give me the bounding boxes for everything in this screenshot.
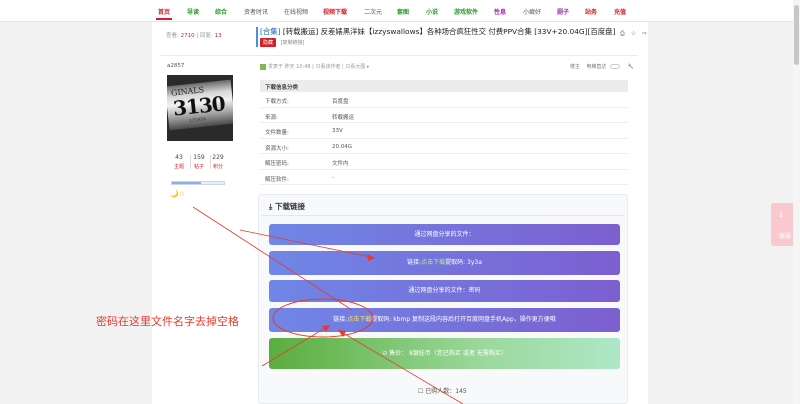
nav-home[interactable]: 首页 — [155, 7, 173, 20]
thread-title-block: [合集] [转载搬运] 反差婊黑洋妹【izzyswallows】各种场合疯狂性交… — [260, 27, 620, 47]
download-info-table: 下载信息分类 下载方式: 百度盘 来源: 转载搬运 文件数量: 33V 资源大小: 20… — [260, 80, 628, 185]
service-icon: ℹ — [780, 211, 783, 219]
header-divider — [160, 55, 638, 56]
wrench-icon[interactable]: 🔧 — [628, 64, 634, 70]
info-value: 20.04G — [332, 143, 353, 150]
share-text-password: 通过网盘分享的文件：密码 — [408, 287, 481, 294]
avatar[interactable]: GINALS 3130 175|45A — [167, 75, 233, 141]
info-key: 资源大小: — [265, 145, 289, 152]
purchase-button[interactable]: ⊙ 售价： 8银娃币（您已购买 或者 无需购买） — [269, 338, 620, 369]
info-key: 解压密码: — [265, 161, 289, 167]
download-link-2[interactable]: 点击下载 — [347, 316, 371, 323]
nav-online-video[interactable]: 在线视频 — [284, 7, 308, 16]
info-value: 33V — [332, 128, 343, 134]
user-stat-label: 积分 — [212, 164, 223, 170]
table-row: 资源大小: 20.04G — [260, 139, 628, 154]
nav-guide[interactable]: 导读 — [187, 7, 199, 16]
share-text-bar: 通过网盘分享的文件： — [269, 224, 620, 245]
views-label: 查看: — [166, 33, 179, 39]
title-accent-bar — [256, 27, 258, 47]
user-stat-points[interactable]: 229 积分 — [206, 154, 230, 170]
title-text: [转载搬运] 反差婊黑洋妹【izzyswallows】各种场合疯狂性交 付费PP… — [280, 27, 616, 36]
nav-sex-info[interactable]: 性息 — [494, 7, 506, 16]
info-key: 下载方式: — [265, 99, 289, 105]
download-title: ⤓ 下载链接 — [269, 201, 305, 212]
download-title-divider — [262, 215, 624, 216]
info-key: 来源: — [265, 114, 278, 121]
nav-recharge[interactable]: 充值 — [614, 7, 626, 16]
title-action-icons[interactable]: ⎙ ☆ ⇨ — [620, 30, 649, 38]
scrollbar-thumb[interactable] — [794, 5, 799, 65]
views-count: 2710 — [180, 33, 195, 39]
jump-floor-input[interactable] — [609, 64, 620, 69]
info-table-header: 下载信息分类 — [260, 80, 628, 92]
info-value: - — [332, 174, 334, 181]
post-meta-right: 楼主 电梯直达 🔧 — [570, 63, 634, 70]
replies-count: 13 — [214, 33, 222, 39]
table-row: 来源: 转载搬运 — [260, 108, 628, 123]
info-value: 百度盘 — [332, 99, 349, 105]
table-row: 下载方式: 百度盘 — [260, 92, 628, 108]
info-value: 文件内 — [332, 161, 349, 167]
table-row: 解压密码: 文件内 — [260, 154, 628, 170]
extract-code-2: 提取码: kbmp 复制这段内容后打开百度网盘手机App，操作更方便哦 — [371, 316, 556, 323]
nav-games-software[interactable]: 游戏软件 — [454, 7, 478, 16]
customer-service-label: 客服 — [779, 233, 792, 240]
info-key: 解压软件: — [265, 176, 289, 183]
user-level-bar — [171, 181, 225, 185]
thread-stats: 查看: 2710 | 回复: 13 — [166, 31, 222, 39]
replies-label: 回复: — [199, 33, 213, 39]
nav-anime[interactable]: 二次元 — [364, 7, 382, 16]
purchase-text: 售价： 8银娃币（您已购买 或者 无需购买） — [389, 350, 507, 357]
link-label: 链接: — [407, 259, 422, 266]
coin-icon: ⊙ — [382, 350, 388, 357]
nav-site-affairs[interactable]: 站务 — [585, 7, 597, 16]
jump-floor-label: 电梯直达 — [586, 64, 607, 70]
nav-news[interactable]: 资者时讯 — [244, 7, 268, 16]
post-meta-text[interactable]: 发表于 昨天 10:48 | 只看该作者 | 只看大图 ▸ — [268, 64, 369, 70]
nav-novels[interactable]: 小说 — [426, 7, 438, 16]
medal-icons[interactable]: 🌙☆ — [170, 190, 185, 198]
download-icon: ⤓ — [269, 202, 273, 211]
nav-video-download[interactable]: 视频下载 — [323, 7, 347, 16]
user-stat-value: 229 — [212, 154, 224, 161]
link-label: 链接: — [333, 316, 348, 323]
thread-title: [合集] [转载搬运] 反差婊黑洋妹【izzyswallows】各种场合疯狂性交… — [260, 27, 620, 37]
nav-hobbies[interactable]: 小癖好 — [523, 7, 541, 16]
author-username[interactable]: a2857 — [167, 63, 184, 69]
download-link-row-1: 链接:点击下载提取码: 3y3a — [269, 251, 620, 275]
nav-photo-sets[interactable]: 套图 — [397, 7, 409, 16]
share-text: 通过网盘分享的文件： — [414, 231, 475, 238]
floor-label: 楼主 — [570, 64, 581, 70]
share-text-bar-password: 通过网盘分享的文件：密码 — [269, 280, 620, 302]
hidden-tag: 隐藏 — [260, 38, 277, 47]
top-navigation: 首页 导读 综合 资者时讯 在线视频 视频下载 二次元 套图 小说 游戏软件 性… — [0, 0, 800, 22]
nav-general[interactable]: 综合 — [215, 7, 227, 16]
download-title-text: 下载链接 — [274, 202, 305, 211]
online-status-icon — [260, 63, 266, 70]
table-row: 文件数量: 33V — [260, 123, 628, 139]
post-meta: 发表于 昨天 10:48 | 只看该作者 | 只看大图 ▸ — [260, 63, 369, 70]
download-link-row-2: 链接:点击下载提取码: kbmp 复制这段内容后打开百度网盘手机App，操作更方… — [269, 308, 620, 332]
title-category[interactable]: [合集] — [260, 27, 281, 36]
table-row: 解压软件: - — [260, 170, 628, 185]
annotation-text: 密码在这里文件名字去掉空格 — [96, 315, 239, 328]
info-key: 文件数量: — [265, 130, 289, 136]
buyers-count[interactable]: ☐ 已购人数：145 — [418, 386, 467, 395]
level-fill — [172, 182, 201, 184]
nav-toilet[interactable]: 厕子 — [557, 7, 569, 16]
info-value: 转载搬运 — [332, 114, 355, 121]
download-link-1[interactable]: 点击下载 — [421, 259, 445, 266]
extract-code-1: 提取码: 3y3a — [445, 259, 482, 266]
copy-link-button[interactable]: [复制链接] — [281, 39, 305, 46]
